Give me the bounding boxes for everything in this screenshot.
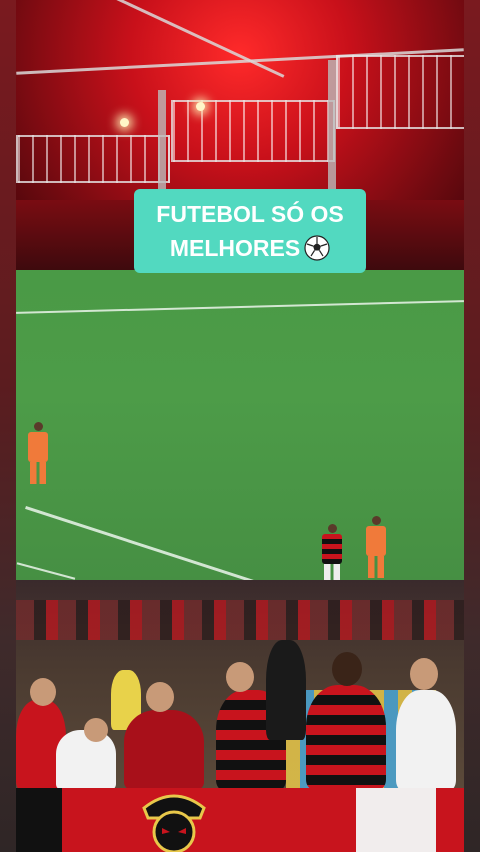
roof-column [158,90,166,190]
fan-head [30,678,56,706]
fan-head [84,718,108,742]
stadium-light [196,102,205,111]
stadium-light [120,118,129,127]
roof-truss [336,55,464,129]
banner-stripe [356,788,436,852]
football-pitch [16,270,464,608]
fan-head [226,662,254,692]
video-caption: FUTEBOL SÓ OS MELHORES [134,189,366,273]
pitch-line [16,562,76,580]
roof-truss [16,135,170,183]
caption-line-2: MELHORES [170,231,330,265]
fan [306,685,386,790]
caption-line-2-text: MELHORES [169,235,301,261]
video-player[interactable]: FUTEBOL SÓ OS MELHORES [16,0,464,852]
flag-banner [16,788,464,852]
player-orange [366,516,386,578]
fan-head [410,658,438,690]
pitch-line [16,300,464,314]
roof-column [328,60,336,190]
caption-line-1: FUTEBOL SÓ OS [156,201,344,227]
fan-head [332,652,362,686]
video-frame: FUTEBOL SÓ OS MELHORES [0,0,480,852]
crowd-background [16,600,464,640]
banner-stripe [16,788,62,852]
roof-truss [171,100,335,162]
soccer-ball-icon [304,235,330,261]
fan [56,730,116,790]
player-red-black [322,524,342,586]
fan [124,710,204,790]
mascot-logo [142,794,206,852]
fan [396,690,456,790]
crowd-section [16,580,464,790]
player-goalkeeper [28,422,48,484]
fan [266,640,306,740]
fan-head [146,682,174,712]
